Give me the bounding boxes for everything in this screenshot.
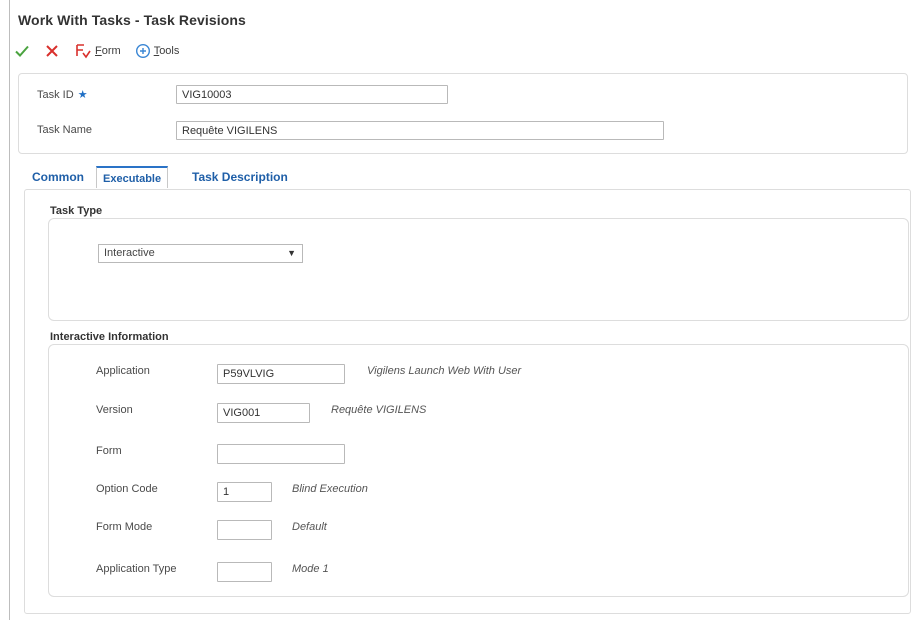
dropdown-arrow-icon: ▼ — [287, 248, 296, 258]
version-label: Version — [96, 404, 133, 416]
task-type-section-title: Task Type — [50, 205, 103, 217]
option-code-input[interactable] — [217, 482, 272, 502]
interactive-info-section-title: Interactive Information — [50, 331, 169, 343]
form-mode-label: Form Mode — [96, 521, 153, 533]
form-input[interactable] — [217, 444, 345, 464]
checkmark-icon — [15, 45, 29, 57]
form-menu-button[interactable]: Form — [74, 43, 121, 59]
toolbar: Form Tools — [10, 36, 911, 66]
task-name-input[interactable] — [176, 121, 664, 140]
tools-plus-icon — [135, 43, 150, 59]
close-icon — [46, 45, 58, 57]
task-type-group — [48, 218, 909, 321]
application-description: Vigilens Launch Web With User — [367, 365, 522, 377]
required-star-icon: ★ — [77, 89, 88, 101]
task-type-select[interactable]: Interactive ▼ — [98, 244, 303, 263]
form-label: Form — [96, 445, 122, 457]
version-input[interactable] — [217, 403, 310, 423]
task-id-input[interactable] — [176, 85, 448, 104]
cancel-button[interactable] — [44, 43, 60, 59]
task-header-panel: Task ID★ Task Name — [18, 73, 908, 154]
tab-common[interactable]: Common — [32, 166, 84, 188]
task-id-label: Task ID ★ — [37, 89, 88, 101]
option-code-description: Blind Execution — [292, 483, 368, 495]
task-name-label: Task Name — [37, 124, 93, 136]
tab-task-description[interactable]: Task Description — [192, 166, 288, 188]
version-description: Requête VIGILENS — [331, 404, 427, 416]
form-mode-input[interactable] — [217, 520, 272, 540]
interactive-info-group — [48, 344, 909, 597]
tools-menu-button[interactable]: Tools — [135, 43, 179, 59]
form-mode-description: Default — [292, 521, 327, 533]
tab-executable[interactable]: Executable — [96, 166, 169, 188]
tab-bar: Common Executable Task Description — [24, 166, 904, 190]
ok-button[interactable] — [14, 43, 30, 59]
option-code-label: Option Code — [96, 483, 158, 495]
application-label: Application — [96, 365, 150, 377]
form-exit-icon — [76, 44, 91, 59]
window-title: Work With Tasks - Task Revisions — [18, 12, 246, 28]
application-type-description: Mode 1 — [292, 563, 329, 575]
application-type-input[interactable] — [217, 562, 272, 582]
application-input[interactable] — [217, 364, 345, 384]
application-type-label: Application Type — [96, 563, 177, 575]
window-left-border — [9, 0, 10, 620]
